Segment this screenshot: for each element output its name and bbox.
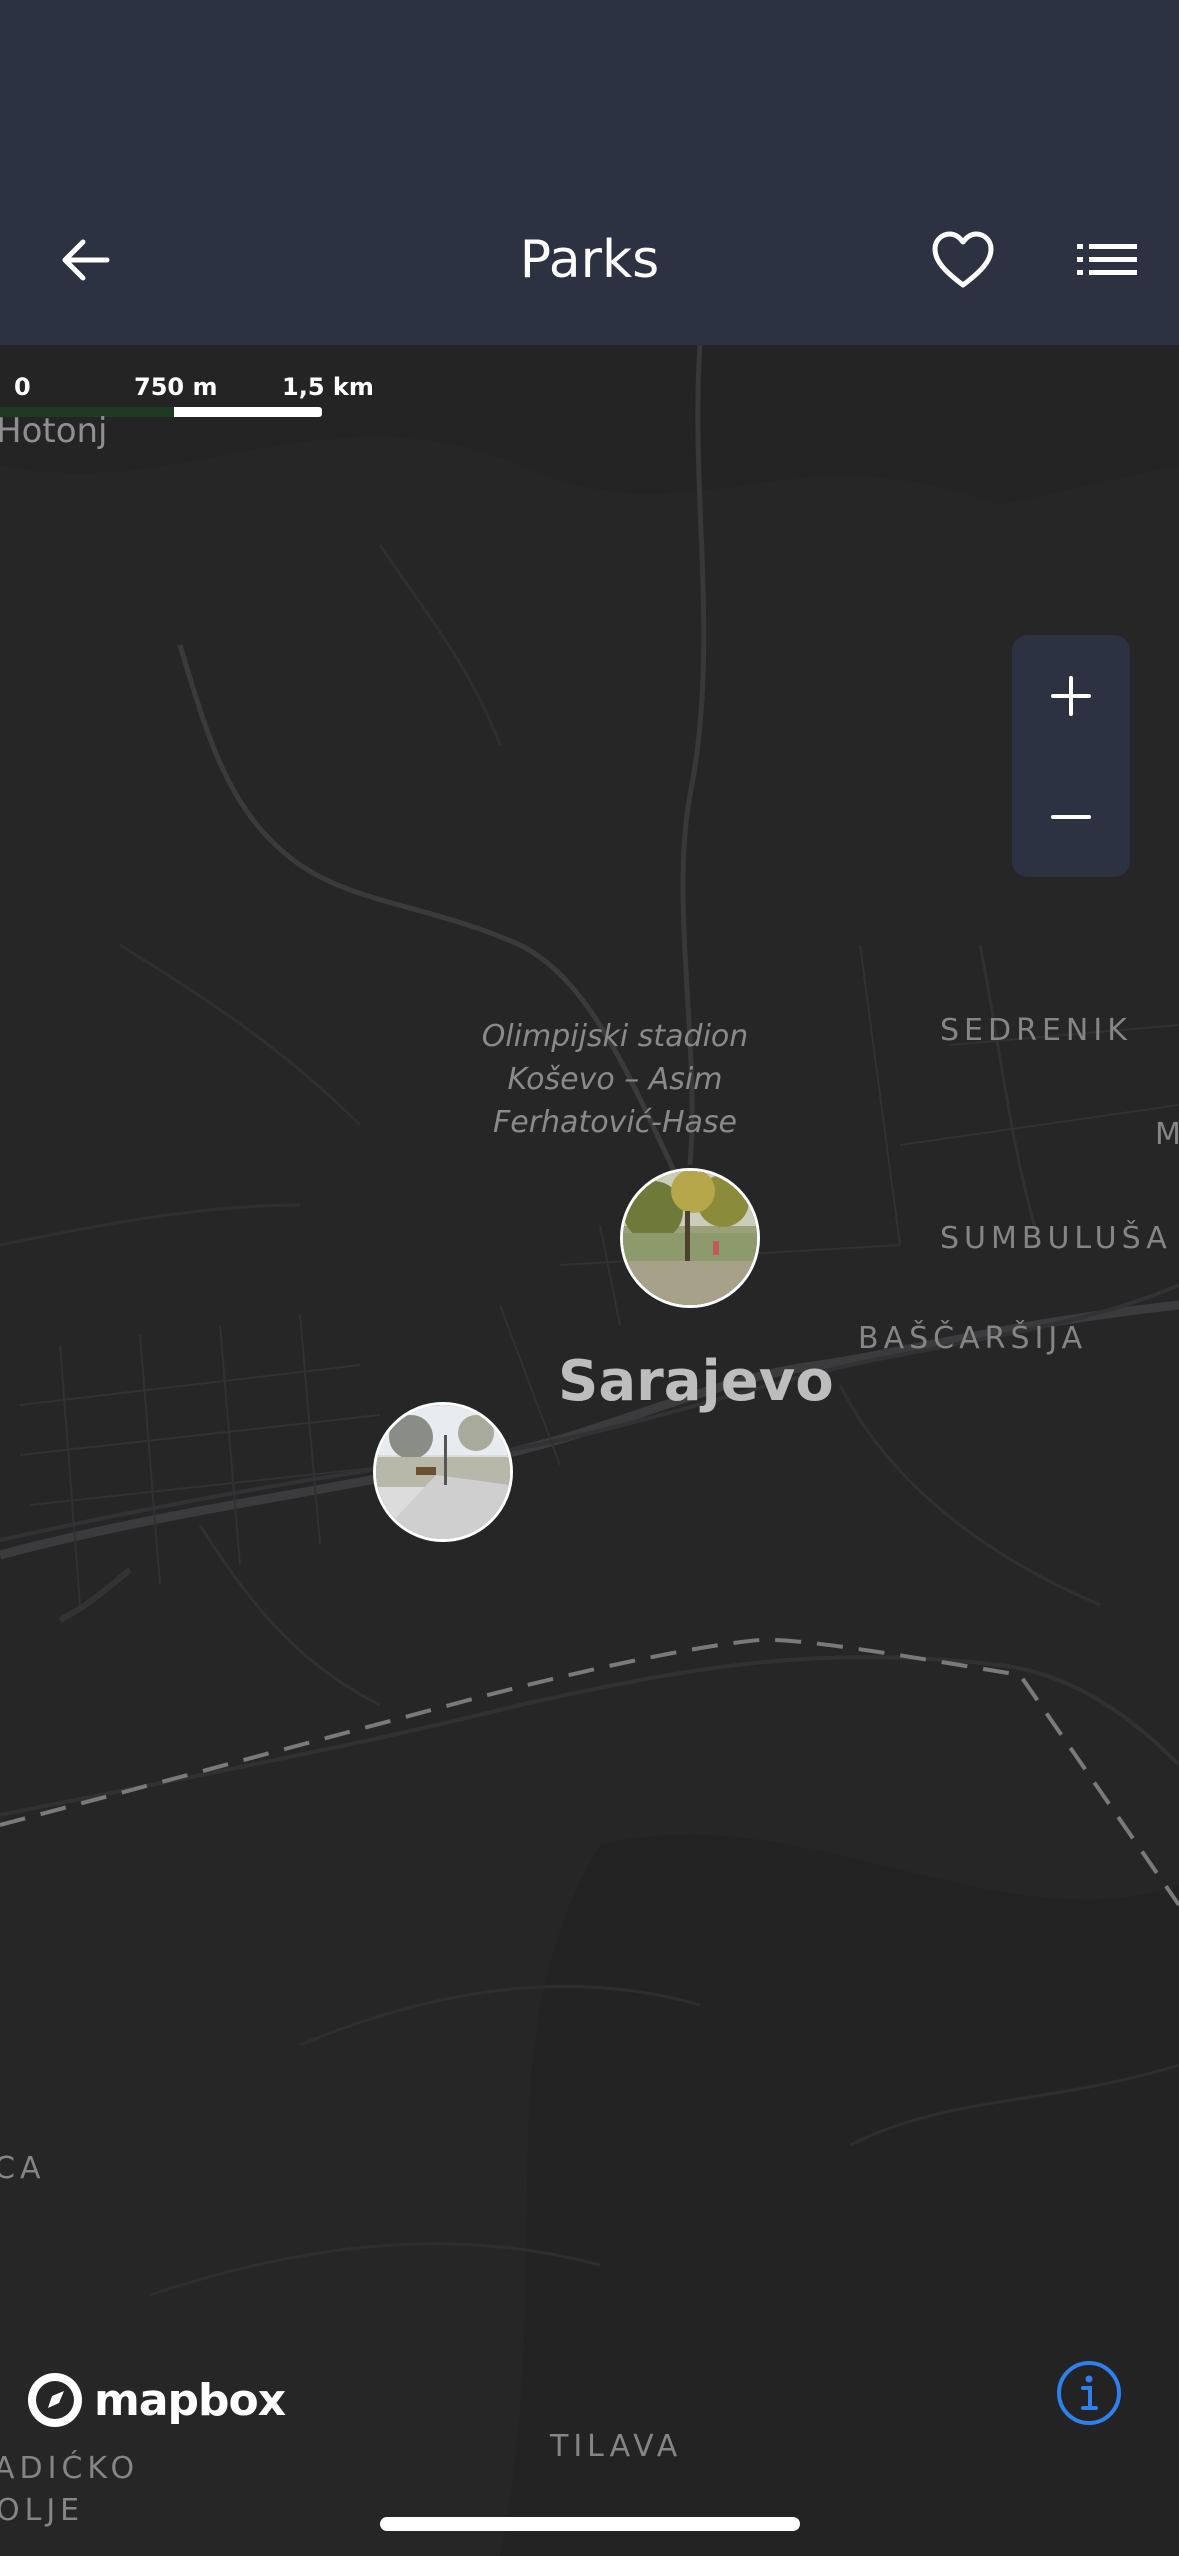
map-label-sedrenik: SEDRENIK	[940, 1013, 1132, 1048]
map-label-sarajevo: Sarajevo	[558, 1349, 834, 1414]
map-label-ca-partial: CA	[0, 2151, 46, 2186]
heart-outline-icon	[932, 231, 994, 288]
list-view-button[interactable]	[1062, 215, 1152, 305]
zoom-in-button[interactable]	[1012, 635, 1130, 756]
attribution-info-button[interactable]	[1056, 2360, 1122, 2426]
map-label-bascarsija: BAŠČARŠIJA	[858, 1321, 1088, 1356]
map-view[interactable]: 0 750 m 1,5 km Hotonj Olimpijski stadion…	[0, 345, 1179, 2556]
map-label-olje: OLJE	[0, 2493, 85, 2528]
stadium-label-line-1: Olimpijski stadion	[481, 1019, 749, 1054]
park-photo-thumbnail	[623, 1171, 757, 1305]
map-label-sumbulusa: SUMBULUŠA	[940, 1221, 1172, 1256]
zoom-controls	[1012, 635, 1130, 877]
minus-icon	[1051, 814, 1091, 819]
list-icon	[1077, 244, 1137, 275]
map-label-tilava: TILAVA	[550, 2429, 683, 2464]
map-label-m-partial: M	[1155, 1117, 1179, 1152]
mapbox-logo[interactable]: mapbox	[26, 2370, 286, 2430]
stadium-label-line-3: Ferhatović-Hase	[493, 1105, 737, 1140]
map-label-stadium: Olimpijski stadion Koševo – Asim Ferhato…	[470, 1015, 760, 1144]
home-indicator[interactable]	[380, 2517, 800, 2531]
map-background	[0, 345, 1179, 2556]
scale-label-750m: 750 m	[134, 373, 218, 401]
scale-bar-segment-light	[174, 407, 322, 417]
scale-label-0: 0	[14, 373, 31, 401]
map-label-adicko: ADIĆKO	[0, 2451, 140, 2486]
park-photo-thumbnail	[376, 1405, 510, 1539]
map-label-hotonj: Hotonj	[0, 411, 108, 451]
screen: Parks 0 750 m 1,5 km Hotonj Olimpijski s…	[0, 0, 1179, 2556]
plus-icon	[1051, 675, 1091, 716]
stadium-label-line-2: Koševo – Asim	[507, 1062, 723, 1097]
park-marker-1[interactable]	[620, 1168, 760, 1308]
info-icon	[1057, 2361, 1121, 2425]
favorites-button[interactable]	[918, 215, 1008, 305]
zoom-out-button[interactable]	[1012, 756, 1130, 877]
top-navigation-bar: Parks	[0, 0, 1179, 345]
mapbox-logo-text: mapbox	[94, 2374, 286, 2426]
scale-label-1-5km: 1,5 km	[282, 373, 374, 401]
park-marker-2[interactable]	[373, 1402, 513, 1542]
mapbox-compass-icon	[28, 2373, 82, 2427]
